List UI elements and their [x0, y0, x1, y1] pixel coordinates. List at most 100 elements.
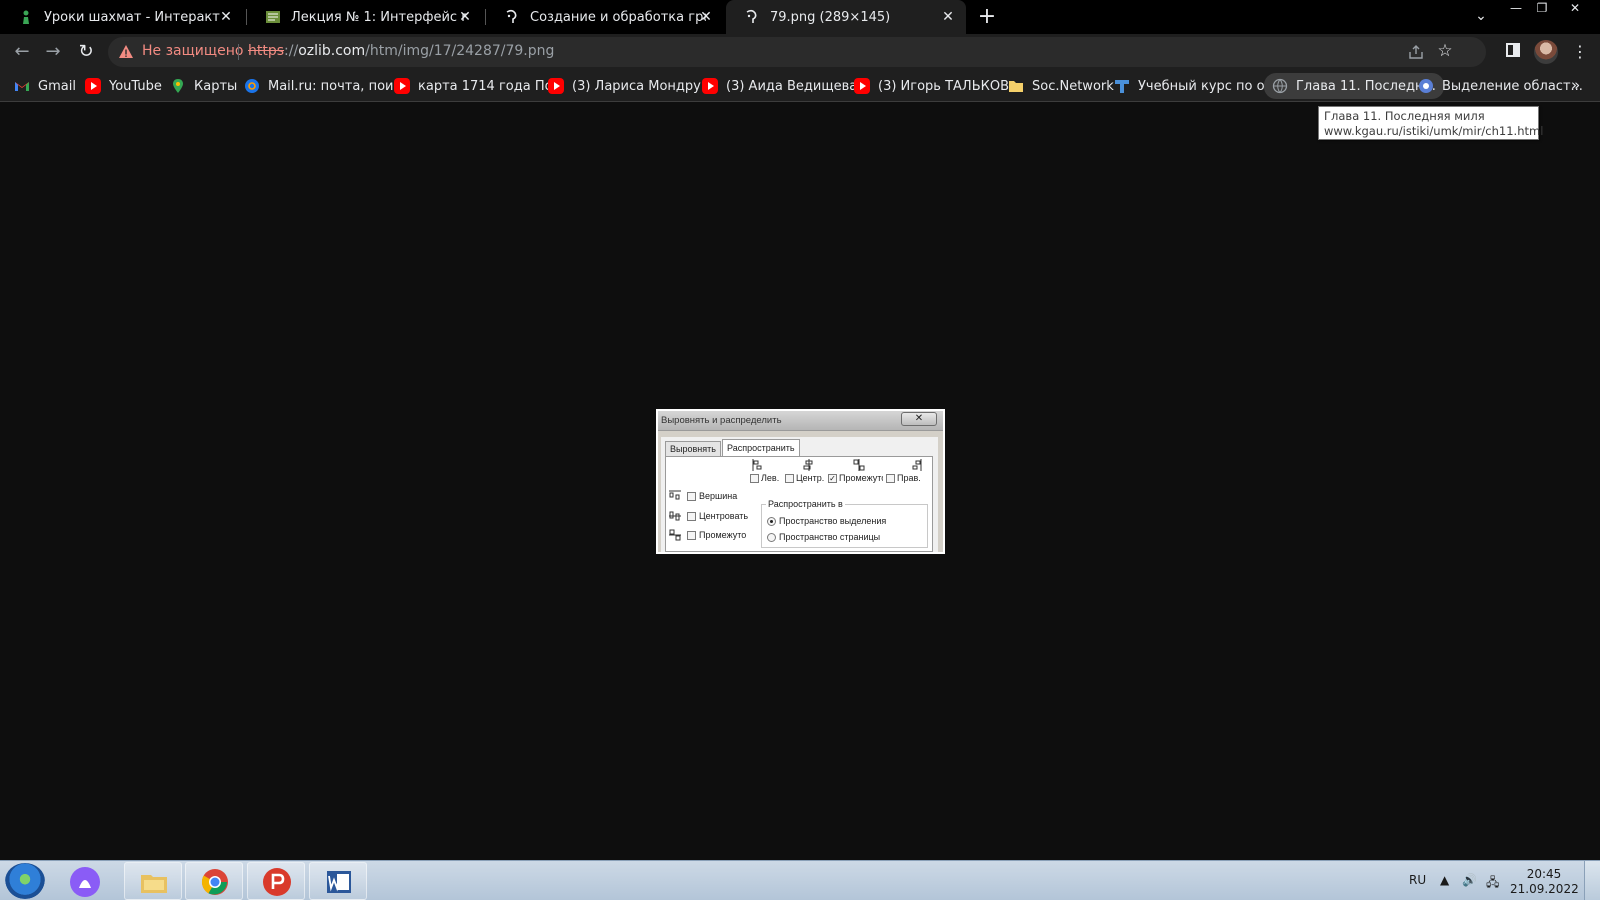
bookmark-chapter11[interactable]: Глава 11. Последн... — [1264, 73, 1444, 99]
restore-icon[interactable]: ❐ — [1529, 0, 1555, 16]
mailru-icon — [244, 78, 260, 94]
language-indicator[interactable]: RU — [1409, 873, 1426, 887]
distribute-top-icon — [669, 490, 681, 500]
close-tab-icon[interactable]: ✕ — [940, 9, 956, 25]
alice-icon[interactable] — [68, 865, 102, 899]
bookmark-mailru[interactable]: Mail.ru: почта, пои... — [244, 76, 406, 96]
bookmark-label: (3) Игорь ТАЛЬКОВ... — [878, 78, 1022, 94]
volume-icon[interactable]: 🔊 — [1462, 873, 1477, 887]
start-button[interactable] — [5, 863, 45, 899]
youtube-icon — [854, 78, 870, 94]
reload-icon[interactable]: ↻ — [76, 42, 96, 62]
tab-title: Уроки шахмат - Интерактивные — [44, 9, 220, 25]
course-icon — [1114, 78, 1130, 94]
checkbox-left — [750, 474, 759, 483]
site-icon — [1418, 78, 1434, 94]
windows-taskbar: RU ▲ 🔊 🖧 20:45 21.09.2022 — [0, 860, 1600, 900]
bookmark-aida[interactable]: (3) Аида Ведищева... — [702, 76, 870, 96]
checkbox-vcenter — [687, 512, 696, 521]
more-bookmarks-icon[interactable]: » — [1571, 76, 1580, 94]
dialog-tab-align: Выровнять — [665, 441, 721, 457]
checkbox-gap-checked: ✓ — [828, 474, 837, 483]
close-tab-icon[interactable]: ✕ — [218, 9, 234, 25]
close-window-icon[interactable]: ✕ — [1560, 0, 1590, 16]
tab-search-icon[interactable]: ⌄ — [1472, 8, 1490, 26]
distribute-to-group: Распространить в Пространство выделения … — [761, 499, 928, 548]
tray-expand-icon[interactable]: ▲ — [1440, 873, 1449, 887]
youtube-icon — [394, 78, 410, 94]
bookmark-selection[interactable]: Выделение област... — [1418, 76, 1583, 96]
show-desktop-button[interactable] — [1584, 861, 1600, 900]
bookmark-gmail[interactable]: Gmail — [14, 76, 76, 96]
tooltip-title: Глава 11. Последняя миля — [1324, 109, 1485, 123]
back-icon[interactable]: ← — [12, 42, 32, 62]
network-icon[interactable]: 🖧 — [1486, 873, 1499, 894]
tab-lecture[interactable]: Лекция № 1: Интерфейс програ ✕ — [247, 0, 483, 34]
tab-image-active[interactable]: 79.png (289×145) ✕ — [726, 0, 966, 34]
bookmark-label: Выделение област... — [1442, 78, 1583, 94]
taskbar-word[interactable] — [309, 862, 367, 900]
bookmark-star-icon[interactable]: ☆ — [1436, 42, 1454, 60]
side-panel-icon[interactable] — [1506, 43, 1520, 57]
forward-icon[interactable]: → — [43, 42, 63, 62]
radio-selection-space — [767, 517, 776, 526]
option-right-label: Прав. — [897, 473, 921, 483]
taskbar-explorer[interactable] — [124, 862, 182, 900]
screen: Уроки шахмат - Интерактивные ✕ Лекция № … — [0, 0, 1600, 900]
checkbox-center — [785, 474, 794, 483]
bookmark-maps[interactable]: Карты — [170, 76, 237, 96]
browser-toolbar: ← → ↻ Не защищено https://ozlib.com/htm/… — [0, 34, 1600, 70]
option-vcenter-label: Центровать — [699, 511, 749, 521]
youtube-icon — [548, 78, 564, 94]
bookmark-course[interactable]: Учебный курс по о... — [1114, 76, 1277, 96]
tab-chess[interactable]: Уроки шахмат - Интерактивные ✕ — [0, 0, 244, 34]
bookmark-label: Карты — [194, 78, 238, 94]
option-left-label: Лев. — [761, 473, 780, 483]
dialog-body: Выровнять Распространить Лев. Центр. ✓ П… — [661, 437, 938, 552]
tooltip-url: www.kgau.ru/istiki/umk/mir/ch11.html — [1324, 124, 1544, 138]
globe-icon — [1272, 78, 1288, 94]
taskbar-clock[interactable]: 20:45 21.09.2022 — [1510, 867, 1579, 897]
bookmark-youtube[interactable]: YouTube — [85, 76, 162, 96]
checkbox-vgap — [687, 531, 696, 540]
security-label[interactable]: Не защищено — [142, 43, 243, 59]
taskbar-chrome[interactable] — [185, 862, 243, 900]
word-icon — [327, 871, 351, 893]
menu-icon[interactable]: ⋮ — [1572, 42, 1588, 62]
tab-graphics[interactable]: Создание и обработка графиче ✕ — [486, 0, 724, 34]
taskbar-paint[interactable] — [247, 862, 305, 900]
url-scheme: https — [248, 43, 285, 59]
url-text[interactable]: https://ozlib.com/htm/img/17/24287/79.pn… — [248, 43, 554, 59]
bookmark-label: Gmail — [38, 78, 76, 94]
tab-strip: Уроки шахмат - Интерактивные ✕ Лекция № … — [0, 0, 1600, 34]
close-tab-icon[interactable]: ✕ — [698, 9, 714, 25]
url-path: /htm/img/17/24287/79.png — [365, 43, 555, 59]
folder-icon — [1008, 78, 1024, 94]
bookmark-larisa[interactable]: (3) Лариса Мондру... — [548, 76, 713, 96]
share-icon[interactable] — [1408, 44, 1424, 60]
distribute-gap-icon — [853, 459, 865, 471]
profile-avatar[interactable] — [1534, 40, 1558, 64]
bookmark-label: карта 1714 года По... — [418, 78, 565, 94]
dialog-title: Выровнять и распределить — [661, 415, 782, 426]
radio-selection-label: Пространство выделения — [779, 516, 887, 526]
chrome-icon — [201, 869, 228, 895]
minimize-icon[interactable]: — — [1503, 0, 1529, 16]
bookmark-label: Mail.ru: почта, пои... — [268, 78, 406, 94]
paint-icon — [263, 868, 291, 896]
new-tab-button[interactable]: + — [976, 6, 998, 28]
warning-icon[interactable] — [118, 44, 134, 60]
checkbox-top — [687, 492, 696, 501]
option-top-label: Вершина — [699, 491, 738, 501]
close-tab-icon[interactable]: ✕ — [457, 9, 473, 25]
bookmark-igor[interactable]: (3) Игорь ТАЛЬКОВ... — [854, 76, 1021, 96]
bookmark-map-1714[interactable]: карта 1714 года По... — [394, 76, 565, 96]
address-bar[interactable]: Не защищено https://ozlib.com/htm/img/17… — [108, 37, 1486, 67]
bookmark-socnetwork[interactable]: Soc.Network — [1008, 76, 1114, 96]
bookmarks-bar: Gmail YouTube Карты Mail.ru: почта, пои.… — [0, 70, 1600, 102]
distribute-center-icon — [803, 459, 813, 471]
radio-page-space — [767, 533, 776, 542]
tab-title: Лекция № 1: Интерфейс програ — [291, 9, 467, 25]
youtube-icon — [702, 78, 718, 94]
lecture-icon — [265, 9, 281, 25]
